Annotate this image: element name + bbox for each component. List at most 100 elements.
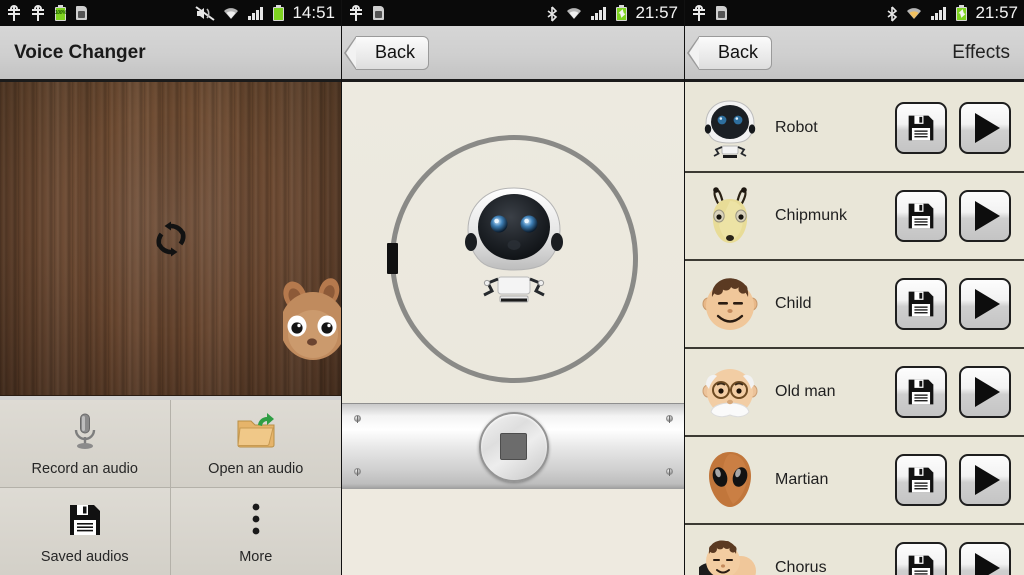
status-bar-recorder: 21:57 (342, 0, 684, 26)
back-button[interactable]: Back (343, 35, 430, 70)
status-bar-right-icons: 21:57 (886, 3, 1018, 23)
save-button[interactable] (895, 190, 947, 242)
page-title: Voice Changer (14, 41, 146, 63)
old-man-avatar-icon (699, 361, 761, 423)
play-icon (974, 465, 1000, 495)
screw-icon (666, 468, 673, 476)
row-actions (895, 190, 1011, 242)
signal-icon (590, 5, 608, 22)
row-actions (895, 454, 1011, 506)
stop-button[interactable] (478, 411, 549, 482)
battery-icon: 100% (54, 4, 67, 22)
row-actions (895, 366, 1011, 418)
title-bar-recorder: Back (342, 26, 684, 82)
floppy-save-icon (908, 467, 934, 493)
mute-icon (195, 5, 216, 22)
save-button[interactable] (895, 542, 947, 575)
status-bar-left-icons (348, 4, 386, 22)
battery-percent-label: 100% (54, 9, 67, 16)
screw-icon (666, 415, 673, 423)
recorder-canvas: 01:07 (342, 85, 684, 489)
list-item[interactable]: Chorus (685, 525, 1024, 575)
bluetooth-icon (886, 5, 898, 22)
sd-card-icon (372, 5, 386, 21)
signal-icon (247, 5, 265, 22)
status-clock: 14:51 (292, 3, 335, 22)
panel-effects: 21:57 Back Effects Robot Chipmunk Child … (684, 0, 1024, 575)
progress-marker (386, 243, 398, 274)
more-button[interactable]: More (170, 487, 341, 575)
overflow-dots-icon (251, 498, 261, 542)
microphone-icon (72, 410, 98, 454)
record-an-audio-button[interactable]: Record an audio (0, 400, 171, 488)
wood-canvas (0, 82, 341, 396)
list-item[interactable]: Child (685, 261, 1024, 349)
open-an-audio-button[interactable]: Open an audio (170, 400, 341, 488)
effect-label: Robot (775, 119, 818, 136)
play-button[interactable] (959, 542, 1011, 575)
save-button[interactable] (895, 366, 947, 418)
play-icon (974, 377, 1000, 407)
list-item[interactable]: Robot (685, 85, 1024, 173)
play-button[interactable] (959, 102, 1011, 154)
child-avatar-icon (699, 273, 761, 335)
floppy-save-icon (908, 291, 934, 317)
page-title: Effects (952, 41, 1010, 63)
usb-icon (30, 4, 46, 22)
robot-avatar-icon (454, 182, 574, 312)
list-item[interactable]: Chipmunk (685, 173, 1024, 261)
grid-cell-label: Saved audios (40, 548, 129, 565)
play-button[interactable] (959, 454, 1011, 506)
play-button[interactable] (959, 190, 1011, 242)
stop-square-icon (500, 433, 527, 460)
row-actions (895, 542, 1011, 575)
title-bar-effects: Back Effects (685, 26, 1024, 82)
status-bar-right-icons: 14:51 (195, 3, 335, 23)
play-icon (974, 201, 1000, 231)
floppy-save-icon (908, 555, 934, 575)
bluetooth-icon (546, 5, 558, 22)
refresh-icon[interactable] (151, 219, 191, 259)
open-folder-icon (235, 410, 277, 454)
sd-card-icon (75, 5, 89, 21)
saved-audios-button[interactable]: Saved audios (0, 487, 171, 575)
back-button[interactable]: Back (686, 35, 773, 70)
effect-label: Old man (775, 383, 836, 400)
status-bar-right-icons: 21:57 (546, 3, 678, 23)
back-button-label: Back (718, 42, 759, 62)
effects-list[interactable]: Robot Chipmunk Child Old man Martian Cho… (685, 85, 1024, 575)
back-button-label: Back (375, 42, 416, 62)
status-bar-left-icons: 100% (6, 4, 89, 22)
floppy-save-icon (908, 115, 934, 141)
status-clock: 21:57 (635, 3, 678, 22)
status-bar-left-icons (691, 4, 729, 22)
play-button[interactable] (959, 278, 1011, 330)
row-actions (895, 102, 1011, 154)
chipmunk-avatar-icon (699, 185, 761, 247)
panel-recorder: 21:57 Back (341, 0, 684, 575)
status-bar-home: 100% 14:51 (0, 0, 341, 26)
screenshot-root: 100% 14:51 Voice Changer Record an audio… (0, 0, 1024, 575)
list-item[interactable]: Old man (685, 349, 1024, 437)
usb-icon (6, 4, 22, 22)
wifi-icon (905, 5, 923, 22)
grid-cell-label: More (239, 548, 273, 565)
save-button[interactable] (895, 278, 947, 330)
floppy-save-icon (908, 379, 934, 405)
play-icon (974, 553, 1000, 575)
transport-bar (342, 403, 684, 489)
play-button[interactable] (959, 366, 1011, 418)
home-action-grid: Record an audio Open an audio Saved audi… (0, 400, 341, 575)
wifi-icon (565, 5, 583, 22)
row-actions (895, 278, 1011, 330)
martian-avatar-icon (699, 449, 761, 511)
save-button[interactable] (895, 454, 947, 506)
save-button[interactable] (895, 102, 947, 154)
effect-label: Martian (775, 471, 829, 488)
list-item[interactable]: Martian (685, 437, 1024, 525)
effect-label: Child (775, 295, 812, 312)
sd-card-icon (715, 5, 729, 21)
battery-charging-icon (615, 4, 628, 22)
panel-home: 100% 14:51 Voice Changer Record an audio… (0, 0, 341, 575)
battery-icon (272, 4, 285, 22)
